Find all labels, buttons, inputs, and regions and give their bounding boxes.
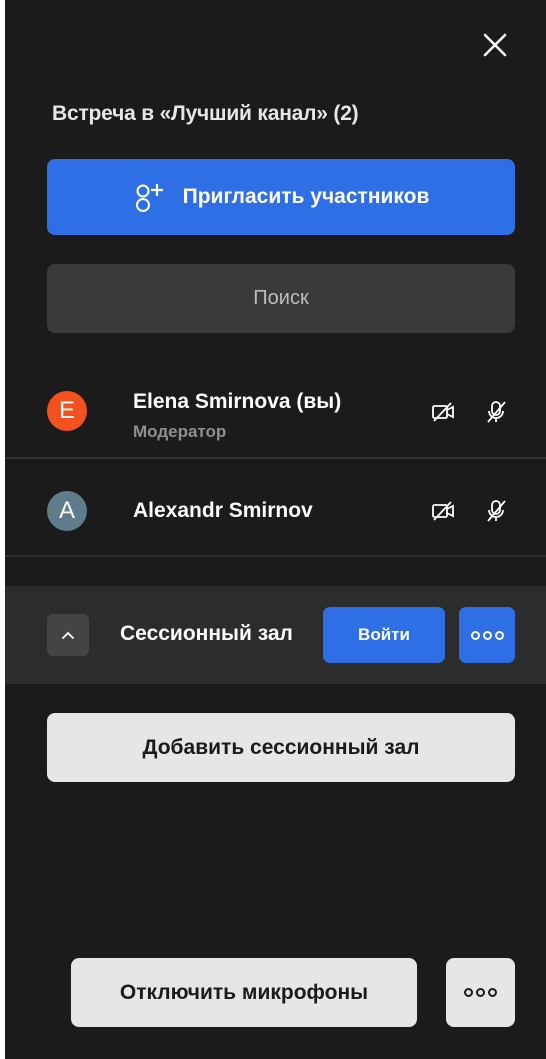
add-user-icon bbox=[135, 184, 163, 212]
more-icon bbox=[464, 988, 497, 997]
participant-name: Elena Smirnova (вы) bbox=[133, 390, 342, 413]
session-more-button[interactable] bbox=[459, 607, 515, 663]
invite-label: Пригласить участников bbox=[182, 185, 430, 208]
participant-role: Модератор bbox=[133, 422, 227, 441]
search-input[interactable] bbox=[47, 264, 515, 333]
mic-off-button[interactable] bbox=[482, 497, 510, 525]
camera-off-button[interactable] bbox=[429, 497, 457, 525]
camera-off-icon bbox=[432, 402, 454, 422]
invite-participants-button[interactable]: Пригласить участников bbox=[47, 159, 515, 235]
camera-off-button[interactable] bbox=[429, 398, 457, 426]
panel-title: Встреча в «Лучший канал» (2) bbox=[52, 102, 359, 125]
participant-row[interactable]: E Elena Smirnova (вы) Модератор bbox=[5, 360, 546, 457]
session-room-row: Сессионный зал Войти bbox=[5, 586, 546, 684]
mic-off-button[interactable] bbox=[482, 398, 510, 426]
divider bbox=[5, 555, 546, 557]
close-button[interactable] bbox=[480, 30, 510, 60]
avatar: E bbox=[47, 391, 87, 431]
footer-more-button[interactable] bbox=[446, 958, 515, 1027]
camera-off-icon bbox=[432, 501, 454, 521]
mic-off-icon bbox=[487, 401, 506, 423]
close-icon bbox=[483, 33, 507, 57]
mic-off-icon bbox=[487, 500, 506, 522]
participant-row[interactable]: A Alexandr Smirnov bbox=[5, 459, 546, 556]
participants-panel: Встреча в «Лучший канал» (2) Пригласить … bbox=[5, 0, 546, 1059]
participant-name: Alexandr Smirnov bbox=[133, 499, 313, 522]
more-icon bbox=[470, 630, 504, 640]
chevron-up-icon bbox=[62, 631, 74, 639]
session-room-name: Сессионный зал bbox=[120, 622, 293, 645]
collapse-button[interactable] bbox=[47, 614, 89, 656]
mute-all-button[interactable]: Отключить микрофоны bbox=[71, 958, 417, 1027]
avatar: A bbox=[47, 491, 87, 531]
join-button[interactable]: Войти bbox=[323, 607, 445, 663]
add-session-room-button[interactable]: Добавить сессионный зал bbox=[47, 713, 515, 782]
